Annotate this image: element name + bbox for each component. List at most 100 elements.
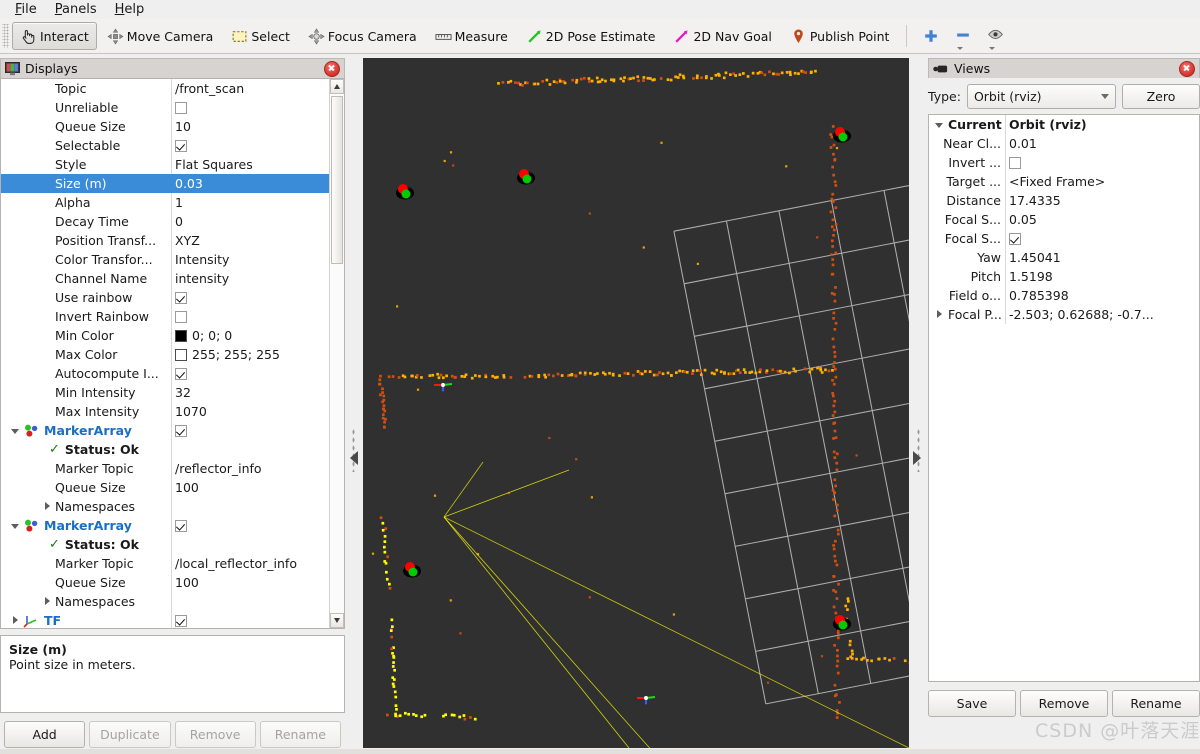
property-value-cell[interactable]: /front_scan [172, 79, 329, 98]
display-property-row[interactable]: Decay Time 0 [1, 212, 329, 231]
view-property-value-cell[interactable]: <Fixed Frame> [1006, 172, 1199, 191]
property-value-cell[interactable]: 0.03 [172, 174, 329, 193]
view-property-row[interactable]: Field o... 0.785398 [929, 286, 1199, 305]
property-checkbox[interactable] [175, 367, 187, 380]
property-checkbox[interactable] [175, 101, 187, 114]
display-property-row[interactable]: TF [1, 611, 329, 628]
property-checkbox[interactable] [175, 291, 187, 304]
menu-file[interactable]: FFileile [6, 1, 46, 19]
views-tree[interactable]: Current V... Orbit (rviz) Near Cl... 0.01 In… [928, 114, 1200, 682]
property-value-cell[interactable]: 10 [172, 117, 329, 136]
property-value-cell[interactable] [172, 101, 329, 114]
display-property-row[interactable]: Min Color 0; 0; 0 [1, 326, 329, 345]
scroll-thumb[interactable] [331, 96, 343, 264]
display-property-row[interactable]: Max Color 255; 255; 255 [1, 345, 329, 364]
displays-close-icon[interactable] [324, 60, 340, 77]
view-property-row[interactable]: Focal S... [929, 229, 1199, 248]
display-property-row[interactable]: Size (m) 0.03 [1, 174, 329, 193]
property-value-cell[interactable]: 0 [172, 212, 329, 231]
views-close-icon[interactable] [1179, 60, 1195, 77]
render-view-3d[interactable] [363, 58, 909, 748]
tool-measure[interactable]: Measure [427, 22, 516, 50]
remove-button[interactable]: Remove [174, 721, 256, 748]
tool-publish-point[interactable]: Publish Point [782, 22, 898, 50]
display-property-row[interactable]: Use rainbow [1, 288, 329, 307]
property-value-cell[interactable]: 32 [172, 383, 329, 402]
zero-button[interactable]: Zero [1122, 83, 1200, 109]
view-property-row[interactable]: Target ... <Fixed Frame> [929, 172, 1199, 191]
property-value-cell[interactable]: 100 [172, 573, 329, 592]
rename-button[interactable]: Rename [259, 721, 341, 748]
tool-move-camera[interactable]: Move Camera [99, 22, 222, 50]
property-value-cell[interactable]: /reflector_info [172, 459, 329, 478]
property-value-cell[interactable]: Intensity [172, 250, 329, 269]
toolbar-grip[interactable] [2, 24, 9, 48]
view-property-row[interactable]: Invert ... [929, 153, 1199, 172]
view-property-value-cell[interactable]: 0.785398 [1006, 286, 1199, 305]
display-property-row[interactable]: Unreliable [1, 98, 329, 117]
display-property-row[interactable]: Marker Topic/reflector_info [1, 459, 329, 478]
displays-scrollbar[interactable] [329, 79, 344, 628]
display-property-row[interactable]: Position Transf... XYZ [1, 231, 329, 250]
view-property-value-cell[interactable]: -2.503; 0.62688; -0.7... [1006, 305, 1199, 324]
scroll-up-button[interactable] [330, 79, 344, 94]
display-property-row[interactable]: ✓ Status: Ok [1, 440, 329, 459]
display-property-row[interactable]: Max Intensity 1070 [1, 402, 329, 421]
display-property-row[interactable]: Selectable [1, 136, 329, 155]
property-value-cell[interactable]: 1 [172, 193, 329, 212]
add-button[interactable]: Add [4, 721, 86, 748]
menu-panels[interactable]: Panels [46, 1, 106, 19]
property-value-cell[interactable]: 0; 0; 0 [172, 326, 329, 345]
tool-focus-camera[interactable]: Focus Camera [300, 22, 425, 50]
view-property-value-cell[interactable]: Orbit (rviz) [1006, 115, 1199, 134]
chevron-left-icon[interactable] [349, 451, 359, 465]
property-value-cell[interactable]: XYZ [172, 231, 329, 250]
view-property-row[interactable]: Current V... Orbit (rviz) [929, 115, 1199, 134]
view-property-value-cell[interactable]: 0.05 [1006, 210, 1199, 229]
display-property-row[interactable]: Namespaces [1, 592, 329, 611]
property-checkbox[interactable] [175, 614, 187, 627]
twisty-collapsed-icon[interactable] [41, 596, 53, 608]
view-property-value-cell[interactable]: 17.4335 [1006, 191, 1199, 210]
display-property-row[interactable]: Invert Rainbow [1, 307, 329, 326]
duplicate-button[interactable]: Duplicate [89, 721, 171, 748]
twisty-expanded-icon[interactable] [933, 119, 945, 131]
property-value-cell[interactable] [172, 139, 329, 152]
right-splitter[interactable] [909, 58, 927, 754]
display-property-row[interactable]: Channel Name intensity [1, 269, 329, 288]
property-value-cell[interactable] [172, 614, 329, 627]
view-property-value-cell[interactable] [1006, 232, 1199, 245]
property-checkbox[interactable] [175, 139, 187, 152]
view-property-row[interactable]: Distance 17.4335 [929, 191, 1199, 210]
view-property-checkbox[interactable] [1009, 156, 1021, 169]
color-swatch[interactable] [175, 329, 187, 342]
twisty-collapsed-icon[interactable] [9, 615, 21, 627]
left-splitter[interactable] [345, 58, 363, 754]
view-type-combo[interactable]: Orbit (rviz) [966, 83, 1116, 109]
displays-tree[interactable]: Topic/front_scan Unreliable Queue Size 10 Se… [0, 78, 345, 629]
view-property-value-cell[interactable]: 1.5198 [1006, 267, 1199, 286]
property-value-cell[interactable] [172, 424, 329, 437]
rename-view-button[interactable]: Rename [1112, 690, 1200, 717]
property-value-cell[interactable] [172, 291, 329, 304]
twisty-expanded-icon[interactable] [9, 520, 21, 532]
property-value-cell[interactable] [172, 310, 329, 323]
remove-view-button[interactable]: Remove [1020, 690, 1108, 717]
display-property-row[interactable]: Color Transfor... Intensity [1, 250, 329, 269]
display-property-row[interactable]: Alpha 1 [1, 193, 329, 212]
display-property-row[interactable]: Autocompute I... [1, 364, 329, 383]
tool-interact[interactable]: Interact [12, 22, 97, 50]
property-value-cell[interactable] [172, 367, 329, 380]
display-property-row[interactable]: Namespaces [1, 497, 329, 516]
twisty-collapsed-icon[interactable] [41, 501, 53, 513]
display-property-row[interactable]: Queue Size 100 [1, 478, 329, 497]
display-property-row[interactable]: MarkerArray [1, 421, 329, 440]
display-property-row[interactable]: Marker Topic/local_reflector_info [1, 554, 329, 573]
color-swatch[interactable] [175, 348, 187, 361]
property-value-cell[interactable]: 255; 255; 255 [172, 345, 329, 364]
scroll-down-button[interactable] [330, 613, 344, 628]
property-value-cell[interactable]: 100 [172, 478, 329, 497]
display-property-row[interactable]: Min Intensity 32 [1, 383, 329, 402]
visibility-button[interactable] [984, 25, 1006, 50]
twisty-collapsed-icon[interactable] [933, 309, 945, 321]
